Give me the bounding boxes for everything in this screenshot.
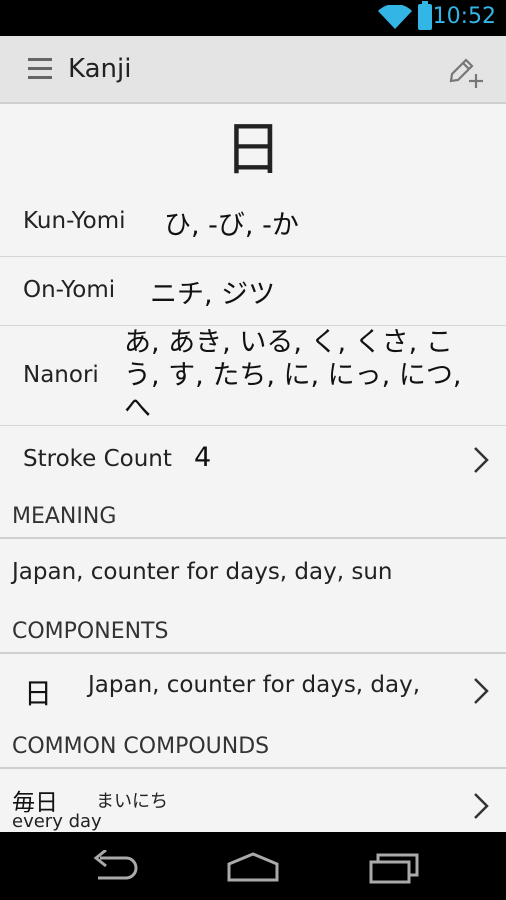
navigation-bar xyxy=(0,832,506,900)
page-title: Kanji xyxy=(68,54,132,84)
nanori-row: Nanori あ, あき, いる, く, くさ, こ う, す, たち, に, … xyxy=(0,326,506,426)
meaning-row: Japan, counter for days, day, sun xyxy=(0,539,506,621)
meaning-header: MEANING xyxy=(12,504,117,529)
on-yomi-row: On-Yomi ニチ, ジツ xyxy=(0,257,506,326)
meaning-text: Japan, counter for days, day, sun xyxy=(12,559,393,585)
wifi-icon xyxy=(378,5,412,29)
component-meaning: Japan, counter for days, day, xyxy=(88,672,421,698)
chevron-right-icon xyxy=(474,447,489,473)
component-item[interactable]: 日 Japan, counter for days, day, xyxy=(0,654,506,732)
stroke-count-value: 4 xyxy=(194,442,212,473)
component-character: 日 xyxy=(24,677,53,710)
recent-apps-icon[interactable] xyxy=(368,850,420,884)
battery-icon xyxy=(418,1,432,30)
status-time: 10:52 xyxy=(432,4,496,29)
kun-yomi-label: Kun-Yomi xyxy=(23,208,126,234)
on-yomi-label: On-Yomi xyxy=(23,277,116,303)
on-yomi-value: ニチ, ジツ xyxy=(150,279,276,310)
menu-icon[interactable] xyxy=(28,58,52,80)
stroke-count-row[interactable]: Stroke Count 4 xyxy=(0,426,506,494)
chevron-right-icon xyxy=(474,678,489,704)
compounds-header: COMMON COMPOUNDS xyxy=(12,734,270,759)
back-icon[interactable] xyxy=(88,850,138,884)
kanji-detail: 日 Kun-Yomi ひ, -び, -か On-Yomi ニチ, ジツ Nano… xyxy=(0,104,506,832)
kanji-character: 日 xyxy=(223,115,282,183)
nanori-label: Nanori xyxy=(23,362,99,388)
stroke-count-label: Stroke Count xyxy=(23,446,172,472)
components-header: COMPONENTS xyxy=(12,619,169,644)
status-bar: 10:52 xyxy=(0,0,506,36)
home-icon[interactable] xyxy=(226,850,280,884)
kun-yomi-row: Kun-Yomi ひ, -び, -か xyxy=(0,188,506,257)
chevron-right-icon xyxy=(474,793,489,819)
compound-item[interactable]: 毎日 まいにち every day xyxy=(0,769,506,832)
pencil-add-icon[interactable] xyxy=(446,50,486,90)
action-bar: Kanji xyxy=(0,36,506,104)
kun-yomi-value: ひ, -び, -か xyxy=(164,210,299,241)
compound-meaning: every day xyxy=(12,811,102,832)
compound-reading: まいにち xyxy=(96,791,168,812)
nanori-value: あ, あき, いる, く, くさ, こ う, す, たち, に, にっ, につ,… xyxy=(124,327,462,424)
